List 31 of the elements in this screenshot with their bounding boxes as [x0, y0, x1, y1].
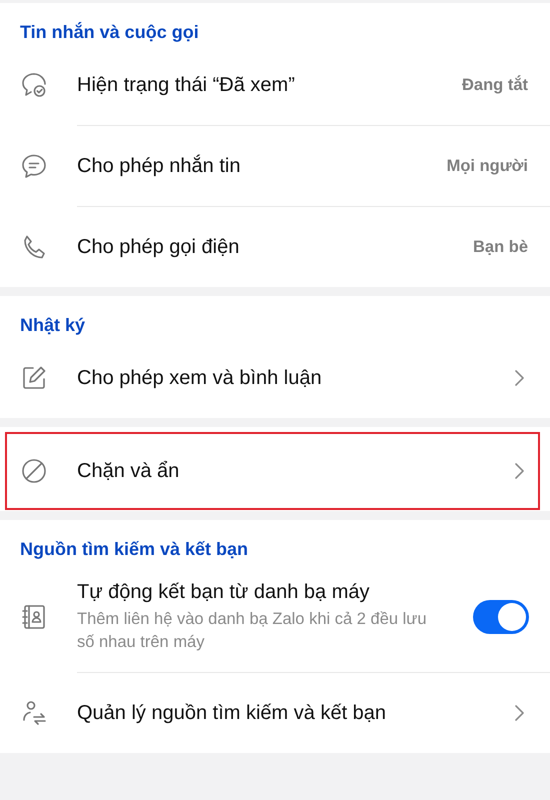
row-label: Cho phép xem và bình luận: [77, 366, 323, 390]
settings-row[interactable]: Tự động kết bạn từ danh bạ máy Thêm liên hệ vào danh bạ Zalo khi cả 2 đều lưu số nhau trên máy: [0, 562, 550, 672]
settings-row[interactable]: Cho phép nhắn tin Mọi người: [0, 126, 550, 206]
row-label: Hiện trạng thái “Đã xem”: [77, 74, 296, 96]
row-label: Cho phép nhắn tin: [77, 154, 242, 178]
row-label: Chặn và ẩn: [77, 460, 180, 482]
block-icon: [21, 458, 47, 484]
toggle-switch[interactable]: [473, 600, 529, 634]
row-description: Thêm liên hệ vào danh bạ Zalo khi cả 2 đều lưu số nhau trên máy: [77, 609, 428, 652]
row-value: Mọi người: [446, 156, 528, 176]
chat-bubble-icon: [21, 153, 47, 179]
settings-row[interactable]: Cho phép xem và bình luận: [0, 338, 550, 418]
edit-icon: [21, 365, 47, 391]
settings-row[interactable]: Hiện trạng thái “Đã xem” Đang tắt: [0, 45, 550, 125]
chat-check-icon: [21, 72, 47, 98]
section-title: Nguồn tìm kiếm và kết bạn: [19, 538, 250, 561]
settings-row[interactable]: Quản lý nguồn tìm kiếm và kết bạn: [0, 673, 550, 753]
phone-icon: [21, 234, 47, 260]
chevron-right-icon: [514, 462, 524, 480]
section-title: Tin nhắn và cuộc gọi: [19, 21, 200, 44]
chevron-right-icon: [514, 704, 524, 722]
row-value: Đang tắt: [462, 76, 528, 94]
row-label: Cho phép gọi điện: [77, 236, 240, 258]
chevron-right-icon: [514, 369, 524, 387]
person-sync-icon: [21, 700, 47, 726]
section-title: Nhật ký: [19, 314, 86, 337]
contact-book-icon: [21, 604, 47, 630]
settings-row[interactable]: Cho phép gọi điện Bạn bè: [0, 207, 550, 287]
row-label: Tự động kết bạn từ danh bạ máy: [77, 581, 371, 604]
row-value: Bạn bè: [472, 238, 528, 256]
row-label: Quản lý nguồn tìm kiếm và kết bạn: [77, 702, 388, 724]
